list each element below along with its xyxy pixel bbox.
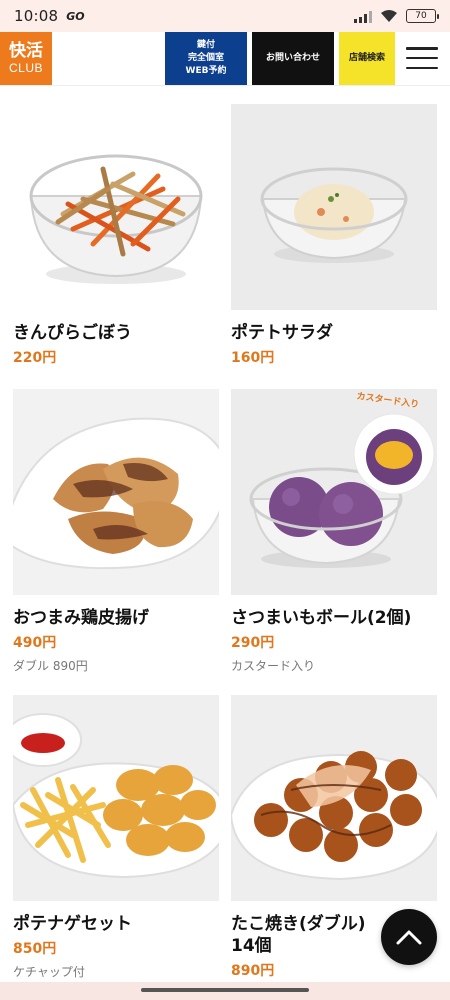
site-header: 快活 CLUB 鍵付 完全個室 WEB予約 お問い合わせ 店舗検索 bbox=[0, 32, 450, 86]
item-note: ケチャップ付 bbox=[13, 965, 85, 979]
menu-item[interactable]: おつまみ鶏皮揚げ 490円 ダブル 890円 bbox=[13, 389, 219, 674]
item-name: ポテトサラダ bbox=[231, 323, 333, 343]
sweet-potato-balls-image: カスタード入り bbox=[231, 389, 437, 595]
status-bar: 10:08 GO 70 bbox=[0, 0, 450, 32]
item-price: 160円 bbox=[231, 350, 275, 366]
item-note: ダブル 890円 bbox=[13, 659, 88, 673]
item-price: 850円 bbox=[13, 941, 57, 957]
fried-chicken-skin-image bbox=[13, 389, 219, 595]
app-notification-icon: GO bbox=[66, 9, 85, 23]
wifi-icon bbox=[381, 10, 397, 22]
kaikatsu-club-logo[interactable]: 快活 CLUB bbox=[0, 32, 52, 85]
status-icons: 70 bbox=[354, 9, 439, 23]
reserve-line-1: 鍵付 bbox=[196, 40, 215, 50]
item-price: 290円 bbox=[231, 635, 275, 651]
contact-button[interactable]: お問い合わせ bbox=[252, 32, 334, 85]
menu-item[interactable]: きんぴらごぼう 220円 bbox=[13, 104, 219, 367]
store-search-label: 店舗検索 bbox=[348, 53, 385, 63]
home-indicator[interactable] bbox=[141, 988, 309, 992]
item-name: おつまみ鶏皮揚げ bbox=[13, 608, 149, 628]
potato-salad-bowl-image bbox=[231, 104, 437, 310]
item-name: ポテナゲセット bbox=[13, 914, 132, 934]
private-room-reserve-button[interactable]: 鍵付 完全個室 WEB予約 bbox=[165, 32, 247, 85]
item-name: さつまいもボール(2個) bbox=[231, 608, 412, 628]
logo-text-top: 快活 bbox=[9, 41, 43, 61]
menu-item[interactable]: ポテナゲセット 850円 ケチャップ付 bbox=[13, 695, 219, 980]
takoyaki-image bbox=[231, 695, 437, 901]
menu-item[interactable]: カスタード入り さつまいもボール(2個) 290円 カスタード入り bbox=[231, 389, 437, 674]
system-navigation-bar bbox=[0, 982, 450, 1000]
fries-nuggets-image bbox=[13, 695, 219, 901]
item-price: 490円 bbox=[13, 635, 57, 651]
logo-text-bottom: CLUB bbox=[8, 61, 43, 75]
back-to-top-button[interactable] bbox=[381, 909, 437, 965]
item-note: カスタード入り bbox=[231, 659, 316, 673]
store-search-button[interactable]: 店舗検索 bbox=[339, 32, 395, 85]
menu-item[interactable]: ポテトサラダ 160円 bbox=[231, 104, 437, 367]
chevron-up-icon bbox=[396, 930, 422, 945]
item-price: 220円 bbox=[13, 350, 57, 366]
reserve-line-3: WEB予約 bbox=[185, 66, 227, 76]
kinpira-bowl-image bbox=[13, 104, 219, 310]
reserve-line-2: 完全個室 bbox=[187, 53, 224, 63]
item-name: きんぴらごぼう bbox=[13, 323, 132, 343]
signal-icon bbox=[354, 10, 372, 23]
contact-label: お問い合わせ bbox=[265, 53, 320, 63]
status-time: 10:08 bbox=[14, 7, 59, 25]
hamburger-menu-icon[interactable] bbox=[406, 47, 438, 69]
battery-icon: 70 bbox=[406, 9, 439, 23]
